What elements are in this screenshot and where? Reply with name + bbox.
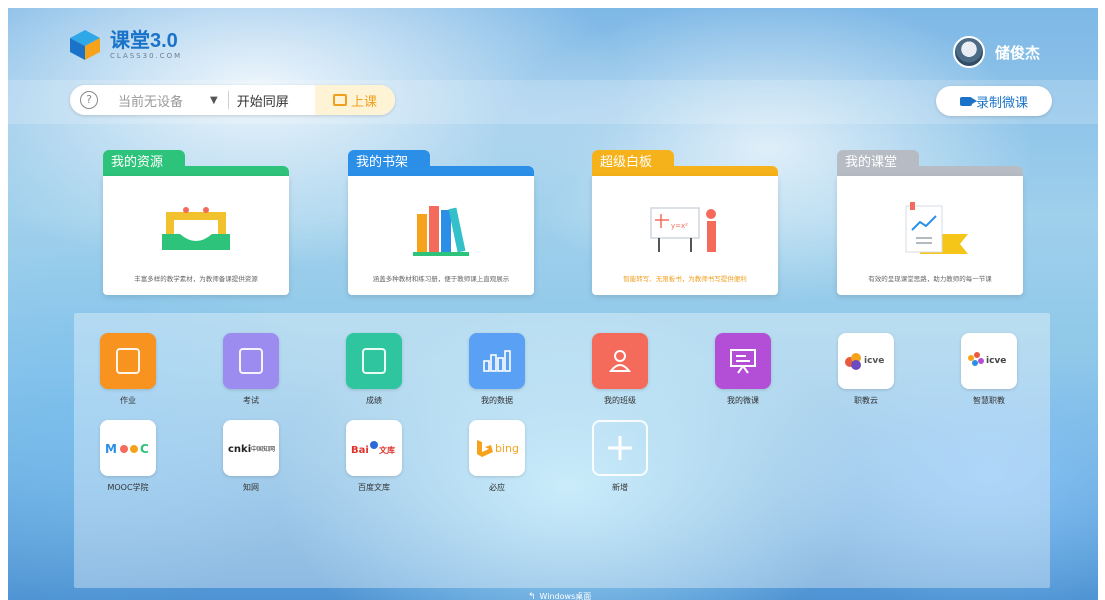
data-chart-icon[interactable]: [469, 333, 525, 389]
class-person-icon[interactable]: [592, 333, 648, 389]
windows-desktop-label: Windows桌面: [539, 592, 592, 600]
app-baidu-wenku[interactable]: Bai 文库 百度文库: [334, 420, 414, 493]
whiteboard-teacher-icon: y=x²: [650, 207, 716, 252]
svg-text:bing: bing: [495, 442, 519, 455]
card-description: 智能转写、无限板书，为教师书写提供便利: [623, 275, 747, 283]
app-label: 必应: [489, 483, 505, 492]
card-description: 丰富多样的教学素材，为教师备课提供资源: [134, 275, 258, 283]
app-label: 百度文库: [358, 483, 390, 492]
app-label: 我的班级: [604, 396, 636, 405]
record-micro-lesson-button[interactable]: 录制微课: [936, 86, 1052, 116]
app-label: 考试: [243, 396, 259, 405]
card-my-classroom[interactable]: 我的课堂 有效的呈现课堂思路，助力教师的每一节课: [837, 150, 1023, 295]
homework-icon[interactable]: [100, 333, 156, 389]
app-label: 新增: [612, 483, 628, 492]
app-label: 我的数据: [481, 396, 513, 405]
user-profile[interactable]: 储俊杰: [952, 36, 1040, 68]
app-icve-cloud[interactable]: icve 职教云: [826, 333, 906, 406]
card-my-resources[interactable]: 我的资源 丰富多样的教学素材，为教师备课提供资源: [103, 150, 289, 295]
app-my-micro-lesson[interactable]: 我的微课: [703, 333, 783, 406]
app-add-new[interactable]: 新增: [580, 420, 660, 493]
app-label: 成绩: [366, 396, 382, 405]
resource-tray-icon: [162, 207, 230, 250]
bookshelf-icon: [413, 206, 469, 256]
cnki-logo-icon[interactable]: cnki 中国知网: [223, 420, 279, 476]
svg-text:C: C: [140, 442, 149, 456]
card-description: 有效的呈现课堂思路，助力教师的每一节课: [868, 275, 992, 283]
svg-text:中国知网: 中国知网: [251, 445, 275, 453]
record-label: 录制微课: [975, 95, 1028, 111]
card-title: 我的资源: [103, 150, 185, 176]
app-label: 职教云: [854, 396, 878, 405]
app-label: 知网: [243, 483, 259, 492]
app-my-class[interactable]: 我的班级: [580, 333, 660, 406]
icve-cloud-icon[interactable]: icve: [838, 333, 894, 389]
windows-desktop-button[interactable]: ↰ Windows桌面: [528, 591, 591, 600]
classroom-notes-icon: [905, 202, 968, 254]
svg-text:cnki: cnki: [228, 444, 251, 455]
start-screen-sync-button[interactable]: 开始同屏: [237, 91, 289, 110]
desktop-background: 课堂3.0 CLASS30.COM 储俊杰 ? 当前无设备 ▼ 开始同屏 上课 …: [8, 8, 1098, 600]
app-homework[interactable]: 作业: [88, 333, 168, 406]
app-bing[interactable]: bing 必应: [457, 420, 537, 493]
app-mooc[interactable]: MC MOOC学院: [88, 420, 168, 493]
app-label: MOOC学院: [107, 483, 149, 492]
icve-smart-icon[interactable]: icve: [961, 333, 1017, 389]
device-select[interactable]: 当前无设备: [118, 91, 188, 110]
back-arrow-icon: ↰: [528, 591, 536, 600]
card-title: 超级白板: [592, 150, 674, 176]
app-label: 我的微课: [727, 396, 759, 405]
app-label: 智慧职教: [973, 396, 1005, 405]
start-class-button[interactable]: 上课: [315, 85, 395, 115]
divider: [227, 91, 229, 109]
cube-logo-icon: [68, 28, 102, 62]
app-logo: 课堂3.0 CLASS30.COM: [68, 28, 182, 62]
svg-text:icve: icve: [864, 356, 884, 366]
app-cnki[interactable]: cnki 中国知网 知网: [211, 420, 291, 493]
mooc-logo-icon[interactable]: MC: [100, 420, 156, 476]
add-plus-icon[interactable]: [592, 420, 648, 476]
svg-text:y=x²: y=x²: [671, 222, 688, 230]
class-start-icon: [332, 94, 347, 106]
logo-title: 课堂3.0: [110, 30, 178, 52]
video-camera-icon: [959, 96, 977, 106]
help-icon[interactable]: ?: [80, 91, 98, 109]
start-class-label: 上课: [350, 94, 377, 110]
device-sync-group: ? 当前无设备 ▼ 开始同屏 上课: [70, 85, 395, 115]
apps-panel: 作业 考试 成绩 我的数据 我的班级 我的微课 icve 职教云 icve 智慧…: [74, 313, 1050, 588]
app-grades[interactable]: 成绩: [334, 333, 414, 406]
bing-logo-icon[interactable]: bing: [469, 420, 525, 476]
card-super-whiteboard[interactable]: 超级白板 y=x² 智能转写、无限板书，为教师书写提供便利: [592, 150, 778, 295]
svg-text:M: M: [105, 442, 117, 456]
card-title: 我的书架: [348, 150, 430, 176]
svg-text:文库: 文库: [379, 445, 395, 455]
exam-icon[interactable]: [223, 333, 279, 389]
card-title: 我的课堂: [837, 150, 919, 176]
baidu-wenku-logo-icon[interactable]: Bai 文库: [346, 420, 402, 476]
grades-icon[interactable]: [346, 333, 402, 389]
user-name: 储俊杰: [994, 43, 1040, 62]
app-exam[interactable]: 考试: [211, 333, 291, 406]
card-my-bookshelf[interactable]: 我的书架 涵盖多种教材和练习册，便于教师课上直观展示: [348, 150, 534, 295]
card-description: 涵盖多种教材和练习册，便于教师课上直观展示: [372, 275, 510, 283]
user-avatar-icon[interactable]: [952, 36, 985, 68]
app-smart-icve[interactable]: icve 智慧职教: [949, 333, 1029, 406]
micro-lesson-icon[interactable]: [715, 333, 771, 389]
chevron-down-icon[interactable]: ▼: [210, 95, 218, 106]
app-my-data[interactable]: 我的数据: [457, 333, 537, 406]
logo-subtitle: CLASS30.COM: [110, 52, 183, 60]
svg-text:icve: icve: [986, 356, 1006, 366]
app-label: 作业: [120, 396, 136, 405]
svg-text:Bai: Bai: [351, 445, 369, 456]
